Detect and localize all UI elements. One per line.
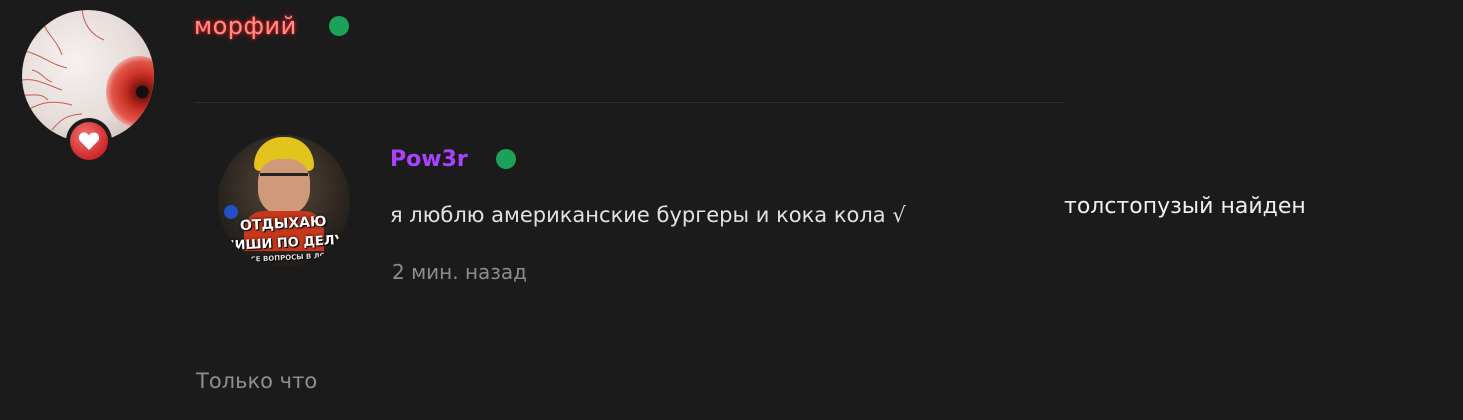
divider (194, 102, 1064, 103)
heart-badge (66, 118, 112, 164)
glasses-graphic (260, 173, 308, 184)
face-graphic (258, 159, 310, 215)
comment-card: морфий ОТДЫХАЮ ПИШИ ПО ДЕЛУ ВСЕ ВОПРОСЫ … (0, 0, 1463, 420)
quote-text: я люблю американские бургеры и кока кола… (390, 203, 906, 227)
quote-author-online-indicator (496, 149, 516, 169)
quote-author-name[interactable]: Pow3r (390, 145, 468, 175)
avatar-banner-text: ОТДЫХАЮ ПИШИ ПО ДЕЛУ ВСЕ ВОПРОСЫ В ЛС (223, 213, 346, 265)
heart-icon (70, 122, 108, 160)
quote-timestamp: 2 мин. назад (392, 260, 528, 284)
comment-timestamp: Только что (196, 369, 318, 393)
author-online-indicator (329, 16, 349, 36)
comment-text: толстопузый найден (1064, 194, 1306, 219)
author-name[interactable]: морфий (194, 10, 297, 42)
quote-author-avatar[interactable]: ОТДЫХАЮ ПИШИ ПО ДЕЛУ ВСЕ ВОПРОСЫ В ЛС (218, 135, 350, 267)
